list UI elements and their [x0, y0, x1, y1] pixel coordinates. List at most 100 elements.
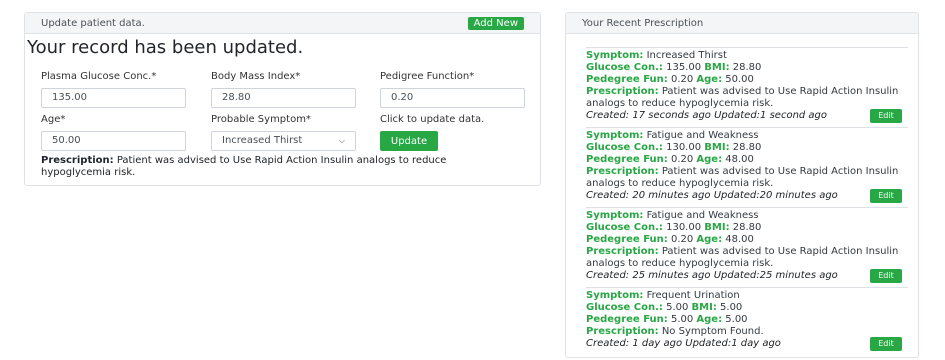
- symptom-key: Symptom:: [586, 290, 644, 301]
- add-new-button[interactable]: Add New: [467, 16, 524, 30]
- bmi-value: 28.80: [222, 92, 251, 103]
- timestamps: Created: 20 minutes ago Updated:20 minut…: [586, 190, 908, 202]
- glucose-key: Glucose Con.:: [586, 302, 663, 313]
- created-value: 20 minutes ago: [632, 190, 711, 201]
- symptom-field-group: Probable Symptom* Increased Thirst ⌵: [211, 114, 356, 151]
- bmi-value: 5.00: [720, 302, 743, 313]
- edit-button[interactable]: Edit: [870, 337, 902, 351]
- updated-value: 20 minutes ago: [759, 190, 838, 201]
- symptom-value: Fatigue and Weakness: [646, 130, 759, 141]
- updated-key: Updated:: [713, 270, 760, 281]
- age-key: Age:: [696, 234, 723, 245]
- bmi-key: BMI:: [704, 222, 730, 233]
- current-prescription: Prescription: Patient was advised to Use…: [41, 155, 511, 179]
- update-patient-card: Update patient data. Add New Your record…: [24, 12, 541, 186]
- age-value: 5.00: [725, 314, 748, 325]
- symptom-selected-value: Increased Thirst: [222, 135, 303, 146]
- timestamps: Created: 25 minutes ago Updated:25 minut…: [586, 270, 908, 282]
- edit-button[interactable]: Edit: [870, 269, 902, 283]
- timestamps: Created: 17 seconds ago Updated:1 second…: [586, 110, 908, 122]
- created-value: 17 seconds ago: [632, 110, 711, 121]
- updated-key: Updated:: [713, 190, 760, 201]
- glucose-value: 135.00: [52, 92, 87, 103]
- update-patient-title: Update patient data.: [41, 17, 145, 29]
- glucose-key: Glucose Con.:: [586, 62, 663, 73]
- update-group: Click to update data. Update: [380, 114, 484, 151]
- symptom-key: Symptom:: [586, 50, 644, 61]
- glucose-key: Glucose Con.:: [586, 142, 663, 153]
- glucose-value: 130.00: [666, 222, 702, 233]
- age-value: 48.00: [725, 154, 754, 165]
- updated-key: Updated:: [714, 110, 761, 121]
- record-updated-message: Your record has been updated.: [27, 37, 304, 58]
- age-label: Age*: [41, 114, 66, 125]
- pedigree-field-group: Pedigree Function* 0.20: [380, 71, 525, 108]
- age-key: Age:: [696, 74, 723, 85]
- age-key: Age:: [696, 314, 723, 325]
- symptom-value: Frequent Urination: [646, 290, 740, 301]
- age-value: 50.00: [725, 74, 754, 85]
- glucose-key: Glucose Con.:: [586, 222, 663, 233]
- pedigree-value: 0.20: [670, 234, 694, 245]
- created-key: Created:: [586, 338, 630, 349]
- bmi-value: 28.80: [732, 222, 762, 233]
- pedigree-value: 0.20: [391, 92, 414, 103]
- prescription-list: Symptom: Increased Thirst Glucose Con.: …: [586, 47, 908, 355]
- edit-button[interactable]: Edit: [870, 109, 902, 123]
- prescription-value: No Symptom Found.: [661, 326, 764, 337]
- updated-value: 1 second ago: [760, 110, 828, 121]
- pedigree-value: 0.20: [670, 74, 694, 85]
- created-key: Created:: [586, 190, 630, 201]
- recent-prescription-title: Your Recent Prescription: [582, 17, 704, 29]
- bmi-field-group: Body Mass Index* 28.80: [211, 71, 356, 108]
- pedigree-value: 0.20: [670, 154, 694, 165]
- symptom-label: Probable Symptom*: [211, 114, 311, 125]
- edit-button[interactable]: Edit: [870, 189, 902, 203]
- bmi-value: 28.80: [732, 142, 762, 153]
- list-item: Symptom: Frequent Urination Glucose Con.…: [586, 288, 908, 355]
- update-hint: Click to update data.: [380, 114, 485, 125]
- list-item: Symptom: Increased Thirst Glucose Con.: …: [586, 48, 908, 128]
- age-field-group: Age* 50.00: [41, 114, 186, 151]
- recent-prescription-card: Your Recent Prescription Symptom: Increa…: [565, 12, 919, 358]
- chevron-down-icon: ⌵: [338, 136, 345, 145]
- glucose-input[interactable]: 135.00: [41, 88, 186, 108]
- pedigree-key: Pedegree Fun:: [586, 154, 668, 165]
- glucose-value: 135.00: [666, 62, 702, 73]
- bmi-label: Body Mass Index*: [211, 71, 301, 82]
- symptom-value: Increased Thirst: [646, 50, 727, 61]
- symptom-key: Symptom:: [586, 210, 644, 221]
- created-value: 1 day ago: [632, 338, 683, 349]
- bmi-key: BMI:: [704, 62, 730, 73]
- age-value: 50.00: [52, 135, 81, 146]
- prescription-key: Prescription:: [586, 326, 659, 337]
- glucose-field-group: Plasma Glucose Conc.* 135.00: [41, 71, 186, 108]
- bmi-input[interactable]: 28.80: [211, 88, 356, 108]
- updated-value: 1 day ago: [731, 338, 781, 349]
- list-item: Symptom: Fatigue and Weakness Glucose Co…: [586, 208, 908, 288]
- updated-key: Updated:: [685, 338, 732, 349]
- created-key: Created:: [586, 270, 630, 281]
- prescription-key: Prescription:: [586, 166, 659, 177]
- created-value: 25 minutes ago: [632, 270, 711, 281]
- symptom-select[interactable]: Increased Thirst ⌵: [211, 131, 356, 151]
- updated-value: 25 minutes ago: [759, 270, 838, 281]
- symptom-value: Fatigue and Weakness: [646, 210, 759, 221]
- symptom-key: Symptom:: [586, 130, 644, 141]
- update-button[interactable]: Update: [380, 131, 438, 151]
- glucose-value: 5.00: [666, 302, 689, 313]
- glucose-label: Plasma Glucose Conc.*: [41, 71, 157, 82]
- created-key: Created:: [586, 110, 630, 121]
- age-input[interactable]: 50.00: [41, 131, 186, 151]
- prescription-label: Prescription:: [41, 155, 114, 166]
- bmi-key: BMI:: [704, 142, 730, 153]
- update-patient-header: Update patient data. Add New: [25, 13, 540, 34]
- prescription-key: Prescription:: [586, 246, 659, 257]
- pedigree-label: Pedigree Function*: [380, 71, 475, 82]
- bmi-value: 28.80: [732, 62, 762, 73]
- pedigree-key: Pedegree Fun:: [586, 314, 668, 325]
- pedigree-key: Pedegree Fun:: [586, 74, 668, 85]
- age-key: Age:: [696, 154, 723, 165]
- glucose-value: 130.00: [666, 142, 702, 153]
- pedigree-input[interactable]: 0.20: [380, 88, 525, 108]
